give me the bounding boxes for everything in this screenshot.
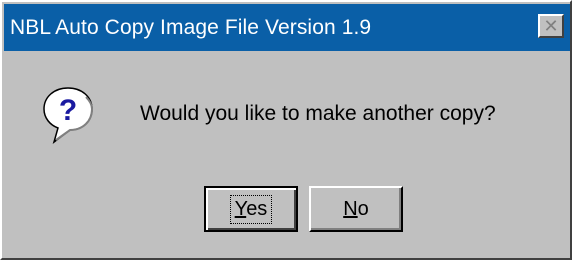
svg-text:?: ? <box>59 94 77 127</box>
window-title: NBL Auto Copy Image File Version 1.9 <box>10 15 372 39</box>
yes-label-rest: es <box>246 197 268 220</box>
no-mnemonic: N <box>343 197 358 220</box>
dialog-message: Would you like to make another copy? <box>140 102 496 125</box>
yes-button-label: Yes <box>229 194 273 224</box>
question-icon: ? <box>43 87 94 144</box>
no-label-rest: o <box>357 197 369 220</box>
no-button-label: No <box>343 198 369 221</box>
close-icon: ✕ <box>543 16 559 36</box>
yes-button[interactable]: Yes <box>204 186 298 232</box>
title-bar[interactable]: NBL Auto Copy Image File Version 1.9 ✕ <box>4 4 570 51</box>
no-button[interactable]: No <box>309 186 403 232</box>
close-button[interactable]: ✕ <box>538 14 564 38</box>
dialog-window: NBL Auto Copy Image File Version 1.9 ✕ ?… <box>0 0 572 260</box>
yes-mnemonic: Y <box>234 197 247 220</box>
